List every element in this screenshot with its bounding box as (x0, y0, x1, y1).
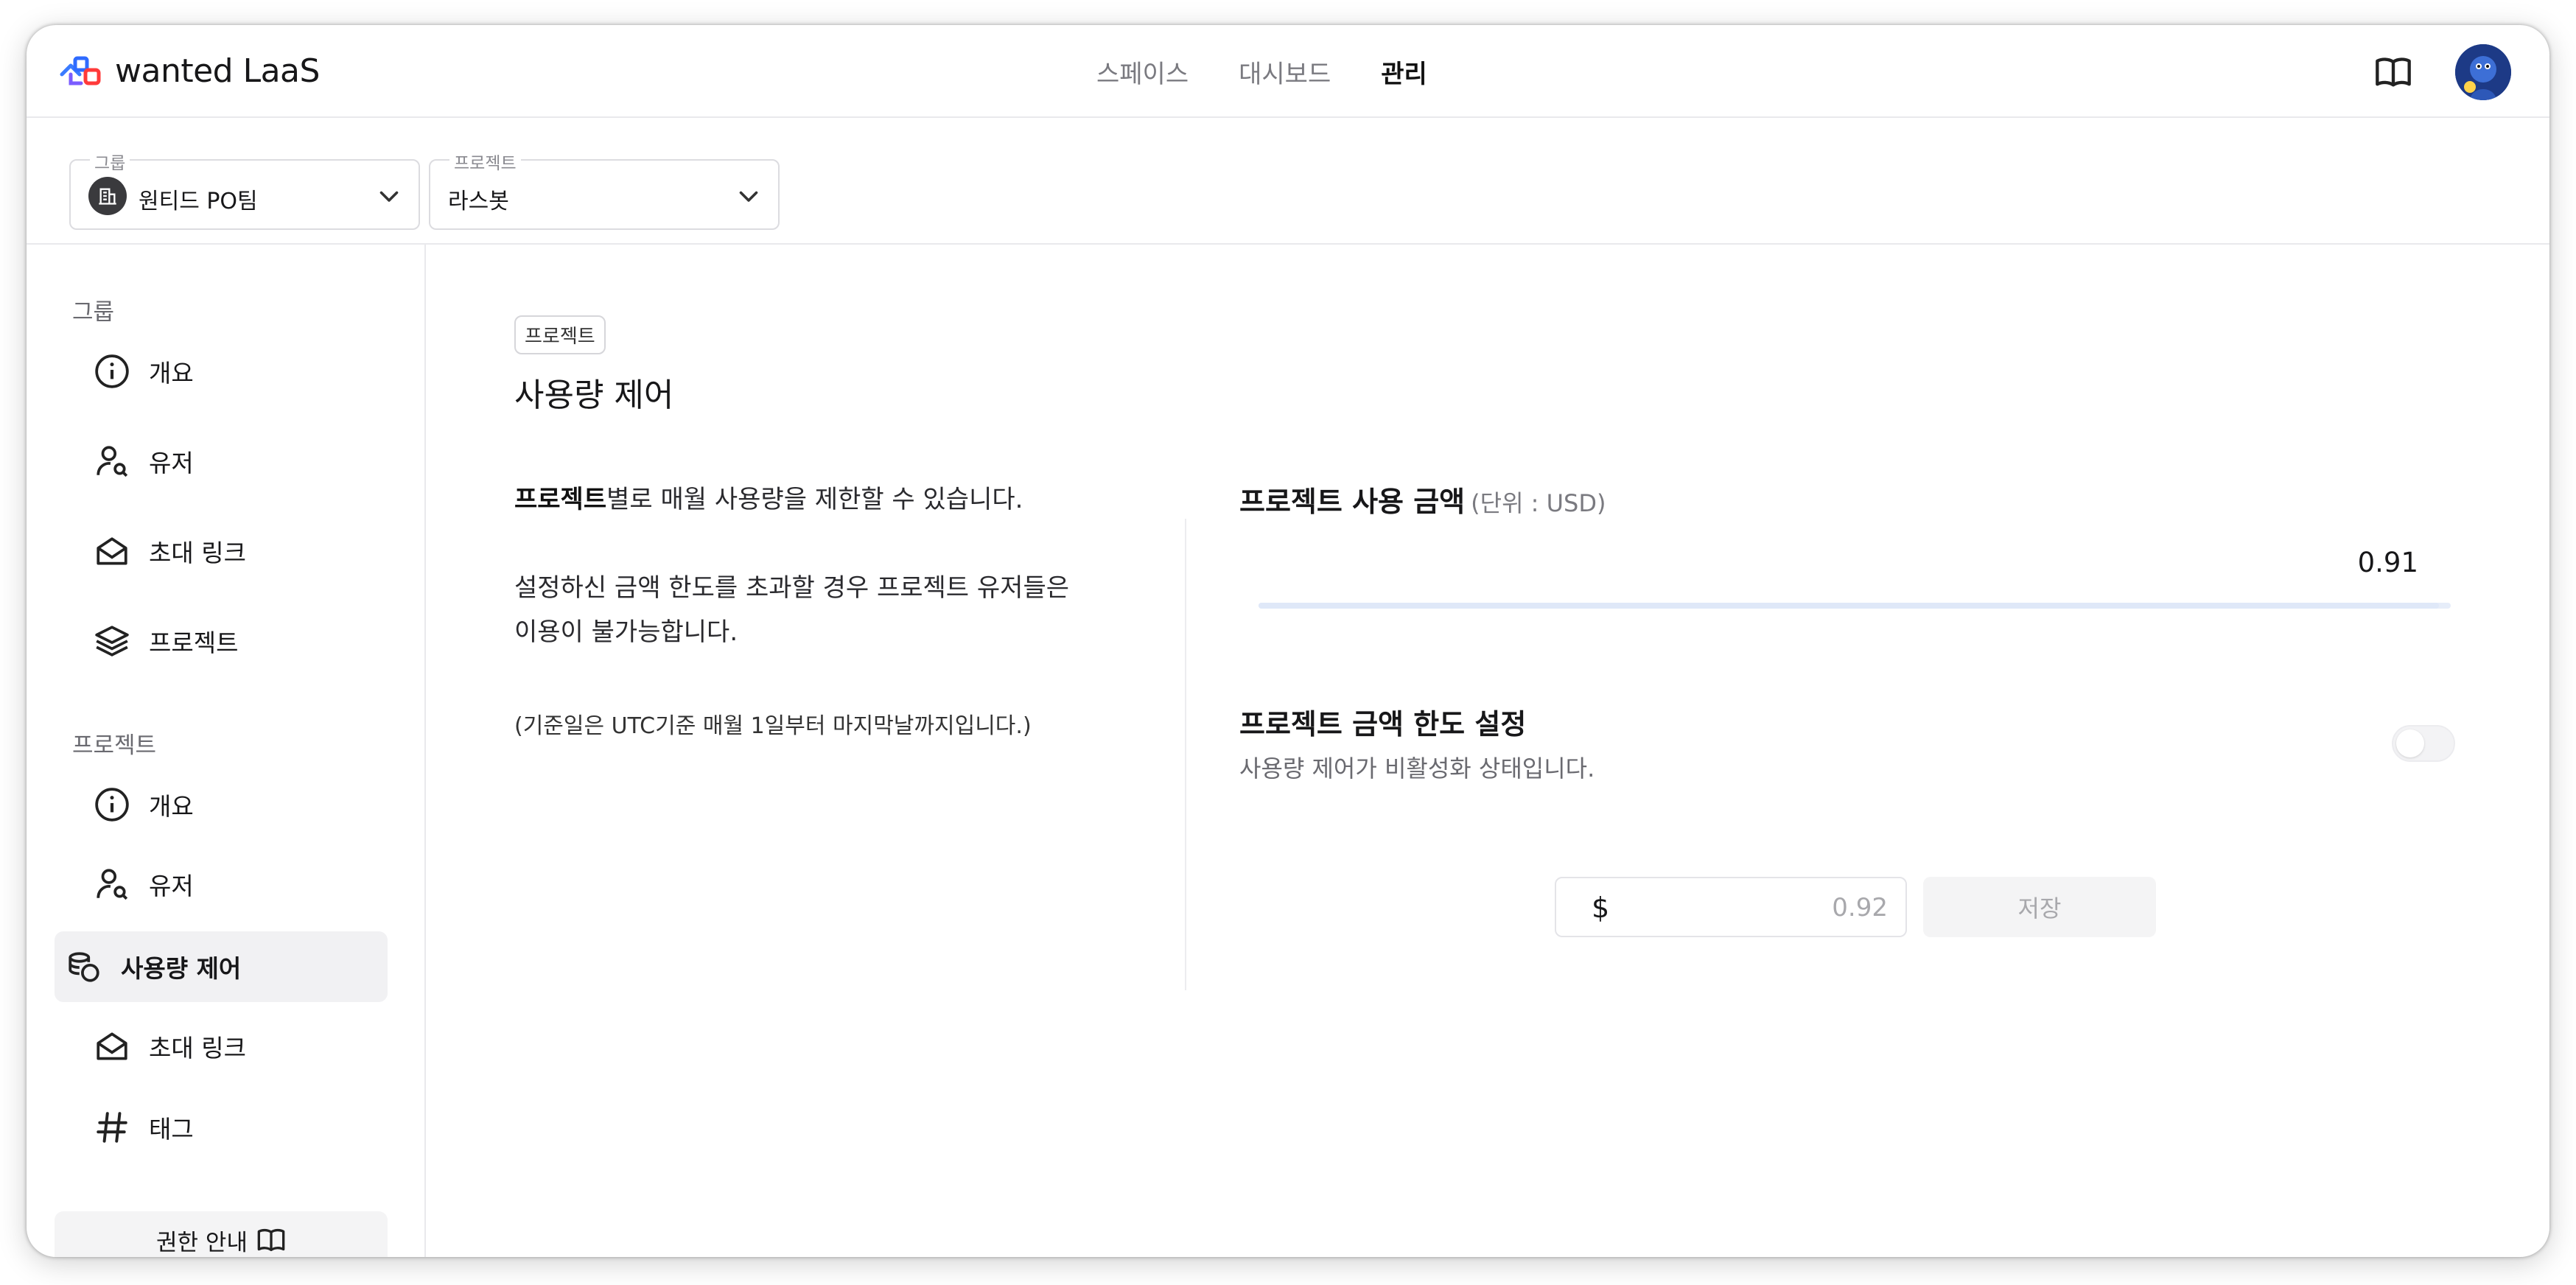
description-line-1-text: 별로 매월 사용량을 제한할 수 있습니다. (606, 485, 1023, 514)
laas-logo-icon (60, 56, 101, 85)
top-nav: 스페이스 대시보드 관리 (1096, 25, 1477, 118)
limit-amount-field[interactable]: $ (1555, 877, 1907, 937)
limit-setting-status: 사용량 제어가 비활성화 상태입니다. (1239, 754, 1595, 782)
project-select-value: 라스봇 (448, 189, 509, 214)
scope-badge: 프로젝트 (514, 315, 606, 354)
logo[interactable]: wanted LaaS (59, 50, 320, 91)
user-search-icon (93, 442, 131, 480)
usage-amount-value: 0.91 (2357, 547, 2418, 578)
permission-guide-label: 권한 안내 (156, 1229, 248, 1256)
nav-admin[interactable]: 관리 (1381, 54, 1427, 90)
nav-dashboard[interactable]: 대시보드 (1239, 54, 1331, 90)
usage-amount-title: 프로젝트 사용 금액 (단위 : USD) (1239, 479, 1606, 519)
coins-icon (65, 948, 103, 986)
sidebar-item-label: 개요 (149, 359, 194, 388)
save-button-label: 저장 (2017, 894, 2062, 922)
context-selector-bar: 그룹 원티드 PO팀 프로젝트 라스봇 (27, 118, 2549, 245)
main-content: 프로젝트 사용량 제어 프로젝트별로 매월 사용량을 제한할 수 있습니다. 설… (427, 245, 2549, 1257)
description-bold: 프로젝트 (514, 485, 607, 514)
sidebar-section-project: 프로젝트 (72, 732, 157, 759)
chevron-down-icon (379, 191, 399, 202)
sidebar-item-group-invite[interactable]: 초대 링크 (55, 516, 388, 587)
limit-toggle[interactable] (2392, 725, 2455, 762)
limit-amount-input[interactable] (1637, 887, 1888, 928)
sidebar-item-label: 유저 (149, 449, 194, 477)
section-divider (1185, 519, 1186, 990)
mail-open-icon (93, 1027, 131, 1065)
save-button[interactable]: 저장 (1923, 877, 2156, 937)
sidebar-item-project-overview[interactable]: 개요 (55, 769, 388, 840)
avatar-image-icon (2455, 44, 2511, 100)
user-search-icon (93, 865, 131, 903)
book-open-icon (257, 1228, 285, 1251)
limit-setting-title: 프로젝트 금액 한도 설정 (1239, 708, 1527, 740)
usage-amount-title-text: 프로젝트 사용 금액 (1239, 486, 1466, 518)
sidebar-item-label: 태그 (149, 1115, 194, 1144)
layers-icon (93, 622, 131, 660)
mail-open-icon (93, 532, 131, 570)
usage-progress-bar (1259, 603, 2451, 609)
sidebar-item-group-users[interactable]: 유저 (55, 426, 388, 497)
description-line-1: 프로젝트별로 매월 사용량을 제한할 수 있습니다. (514, 477, 1023, 522)
sidebar-item-label: 유저 (149, 872, 194, 900)
usage-progress-fill (1259, 603, 2439, 609)
page-title: 사용량 제어 (514, 377, 674, 414)
building-icon (88, 177, 127, 215)
chevron-down-icon (739, 191, 758, 202)
top-header: wanted LaaS 스페이스 대시보드 관리 (27, 25, 2549, 118)
sidebar-item-label: 개요 (149, 792, 194, 821)
group-select-value: 원티드 PO팀 (139, 189, 258, 214)
sidebar-item-group-overview[interactable]: 개요 (55, 336, 388, 407)
sidebar-item-group-projects[interactable]: 프로젝트 (55, 606, 388, 676)
permission-guide-button[interactable]: 권한 안내 (55, 1211, 388, 1257)
sidebar-item-project-usage-control[interactable]: 사용량 제어 (55, 931, 388, 1002)
group-select-legend: 그룹 (90, 149, 130, 174)
sidebar-item-label: 사용량 제어 (121, 954, 242, 983)
sidebar-section-group: 그룹 (72, 299, 115, 326)
project-select[interactable]: 프로젝트 라스봇 (429, 149, 780, 230)
sidebar-item-label: 프로젝트 (149, 629, 239, 657)
sidebar-item-label: 초대 링크 (149, 1034, 246, 1062)
billing-period-note: (기준일은 UTC기준 매월 1일부터 마지막날까지입니다.) (514, 713, 1032, 739)
project-select-legend: 프로젝트 (449, 149, 521, 174)
user-avatar[interactable] (2455, 44, 2511, 100)
sidebar-item-label: 초대 링크 (149, 539, 246, 567)
usage-amount-unit: (단위 : USD) (1471, 489, 1606, 517)
app-window: wanted LaaS 스페이스 대시보드 관리 그룹 원티드 PO팀 프로젝트… (27, 25, 2549, 1257)
nav-space[interactable]: 스페이스 (1096, 54, 1189, 90)
sidebar-item-project-users[interactable]: 유저 (55, 849, 388, 920)
group-select[interactable]: 그룹 원티드 PO팀 (69, 149, 420, 230)
logo-text: wanted LaaS (115, 52, 320, 90)
toggle-knob (2396, 729, 2424, 757)
sidebar-item-project-tags[interactable]: 태그 (55, 1092, 388, 1163)
info-icon (93, 785, 131, 824)
info-icon (93, 352, 131, 391)
hash-icon (93, 1108, 131, 1146)
sidebar-item-project-invite[interactable]: 초대 링크 (55, 1011, 388, 1082)
currency-symbol: $ (1592, 892, 1610, 924)
description-line-3: 이용이 불가능합니다. (514, 617, 738, 647)
sidebar: 그룹 개요 유저 초대 링크 프로젝트 프로젝트 개요 유저 사용량 제어 초대… (27, 245, 426, 1257)
description-line-2: 설정하신 금액 한도를 초과할 경우 프로젝트 유저들은 (514, 573, 1070, 603)
book-open-icon[interactable] (2374, 53, 2412, 91)
